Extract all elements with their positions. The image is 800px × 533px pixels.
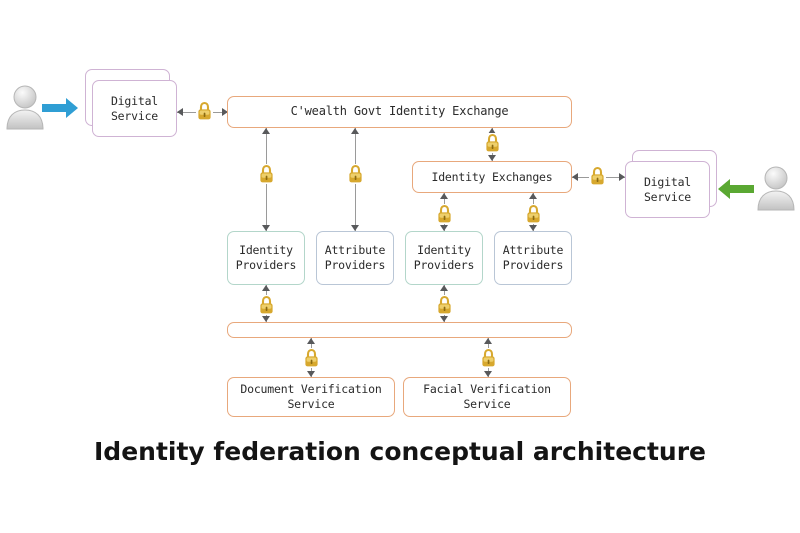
- lock-exchange-to-idp1-icon: [258, 164, 275, 184]
- lock-exchange-to-ap1-icon: [347, 164, 364, 184]
- node-label-facial-verification: Facial Verification Service: [423, 382, 551, 411]
- lock-ds-right-to-exchanges-icon: [589, 166, 606, 186]
- node-document-verification[interactable]: Document Verification Service: [227, 377, 395, 417]
- arrowhead-up-idp1-to-bar: [262, 285, 271, 291]
- arrowhead-left-ds-left-to-exchange: [177, 108, 183, 117]
- arrowhead-up-idp2-to-bar: [440, 285, 449, 291]
- node-digital-service-right[interactable]: Digital Service: [625, 161, 710, 218]
- node-attribute-providers-2[interactable]: Attribute Providers: [494, 231, 572, 285]
- node-label-identity-exchanges: Identity Exchanges: [431, 169, 553, 184]
- lock-exchanges-to-idp2-icon: [436, 204, 453, 224]
- user-icon-right: [755, 164, 797, 212]
- node-label-attribute-providers-2: Attribute Providers: [502, 243, 564, 272]
- arrowhead-up-exchange-to-idp1: [262, 128, 271, 134]
- node-label-digital-service-right: Digital Service: [643, 174, 692, 204]
- lock-idp2-to-bar-icon: [436, 295, 453, 315]
- lock-exchange-to-identity-exchanges-icon: [484, 133, 501, 153]
- green-entry-arrow-icon: [718, 178, 754, 200]
- arrowhead-up-exchanges-to-idp2: [440, 193, 449, 199]
- lock-exchanges-to-ap2-icon: [525, 204, 542, 224]
- arrowhead-left-exchanges-to-ds-right: [572, 173, 578, 182]
- node-identity-providers-2[interactable]: Identity Providers: [405, 231, 483, 285]
- node-cwealth-exchange[interactable]: C'wealth Govt Identity Exchange: [227, 96, 572, 128]
- node-label-attribute-providers-1: Attribute Providers: [324, 243, 386, 272]
- node-label-identity-providers-1: Identity Providers: [235, 243, 297, 272]
- lock-bar-to-doc-verification-icon: [303, 348, 320, 368]
- node-attribute-providers-1[interactable]: Attribute Providers: [316, 231, 394, 285]
- node-identity-exchanges[interactable]: Identity Exchanges: [412, 161, 572, 193]
- blue-entry-arrow-icon: [42, 97, 78, 119]
- node-facial-verification[interactable]: Facial Verification Service: [403, 377, 571, 417]
- node-label-cwealth-exchange: C'wealth Govt Identity Exchange: [290, 104, 509, 119]
- diagram-canvas: Digital Service Digital Service C'wealth G…: [0, 0, 800, 533]
- arrowhead-up-bar-to-doc-verification: [307, 338, 316, 344]
- node-shared-bar[interactable]: [227, 322, 572, 338]
- node-label-identity-providers-2: Identity Providers: [413, 243, 475, 272]
- node-identity-providers-1[interactable]: Identity Providers: [227, 231, 305, 285]
- arrowhead-up-exchanges-to-ap2: [529, 193, 538, 199]
- diagram-caption: Identity federation conceptual architect…: [94, 437, 706, 466]
- node-digital-service-left[interactable]: Digital Service: [92, 80, 177, 137]
- node-label-digital-service-left: Digital Service: [110, 93, 159, 123]
- arrowhead-up-exchange-to-ap1: [351, 128, 360, 134]
- lock-idp1-to-bar-icon: [258, 295, 275, 315]
- node-label-document-verification: Document Verification Service: [240, 382, 382, 411]
- arrowhead-up-bar-to-facial-verification: [484, 338, 493, 344]
- lock-ds-left-to-exchange-icon: [196, 101, 213, 121]
- lock-bar-to-facial-verification-icon: [480, 348, 497, 368]
- user-icon-left: [4, 83, 46, 131]
